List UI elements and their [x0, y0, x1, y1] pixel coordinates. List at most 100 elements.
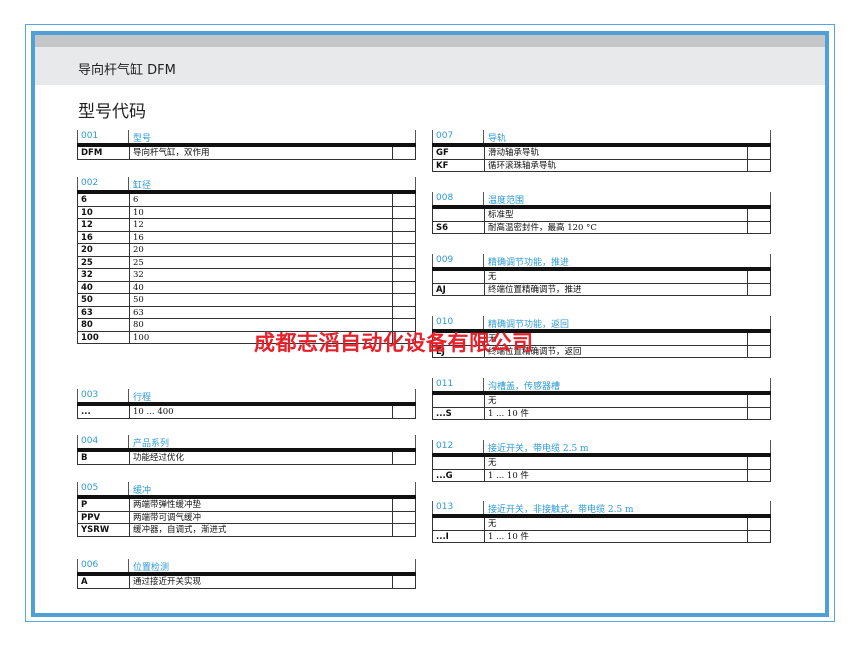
section-title: 型号代码 — [78, 102, 146, 122]
block-code: 012 — [436, 441, 454, 451]
table-row: P 两端带弹性缓冲垫 — [77, 499, 416, 512]
block-header: 011 沟槽盖，传感器槽 — [432, 378, 771, 392]
option-code: ... — [81, 407, 91, 417]
block-label: 温度范围 — [488, 196, 525, 206]
option-description: 10 ... 400 — [133, 407, 174, 417]
block-label: 导轨 — [488, 134, 507, 144]
table-row: 20 20 — [77, 244, 416, 257]
block-code: 003 — [81, 390, 99, 400]
table-row: PPV 两端带可调气缓冲 — [77, 511, 416, 524]
table-row: DFM 导向杆气缸，双作用 — [77, 147, 416, 160]
block-header: 012 接近开关，带电缆 2.5 m — [432, 440, 771, 454]
table-row: 66 — [77, 194, 416, 207]
option-code: 20 — [81, 245, 93, 255]
table-row: 标准型 — [432, 209, 771, 222]
option-code: ...S — [436, 408, 452, 419]
block-header: 005 缓冲 — [77, 482, 416, 496]
block-label: 型号 — [133, 134, 152, 144]
table-row: B 功能经过优化 — [77, 452, 416, 465]
block-code: 010 — [436, 317, 454, 327]
table-row: 25 25 — [77, 256, 416, 269]
option-description: 6 — [133, 195, 139, 205]
option-description: 标准型 — [488, 210, 514, 220]
option-code: 10 — [81, 207, 93, 218]
option-description: 两端带弹性缓冲垫 — [133, 500, 202, 510]
option-code: 40 — [81, 282, 93, 293]
option-code: KF — [436, 160, 449, 171]
option-code: 63 — [81, 307, 93, 318]
code-block-005: 005 缓冲 P 两端带弹性缓冲垫 PPV 两端带可调气缓冲 YSRW 缓冲器，自调式，渐进式 — [77, 482, 416, 537]
option-description: 80 — [133, 320, 144, 330]
option-code: A — [81, 577, 88, 587]
option-description: 终端位置精确调节，推进 — [488, 284, 582, 295]
option-description: 16 — [133, 232, 144, 243]
option-code: S6 — [436, 222, 449, 233]
code-block-006: 006 位置检测 A 通过接近开关实现 — [77, 559, 416, 589]
option-code: B — [81, 453, 88, 463]
table-row: AJ 终端位置精确调节，推进 — [432, 283, 771, 296]
block-label: 行程 — [133, 393, 152, 403]
table-row: 无 — [432, 271, 771, 284]
table-row: 63 63 — [77, 306, 416, 319]
table-row: 40 40 — [77, 281, 416, 294]
block-code: 004 — [81, 436, 99, 446]
block-code: 001 — [81, 131, 99, 141]
table-row: 无 — [432, 518, 771, 531]
option-description: 循环滚珠轴承导轨 — [488, 160, 557, 171]
block-code: 002 — [81, 178, 99, 188]
option-code: YSRW — [81, 525, 110, 535]
option-description: 滑动轴承导轨 — [488, 148, 540, 158]
code-block-001: 001 型号 DFM 导向杆气缸，双作用 — [77, 130, 416, 160]
table-row: KF 循环滚珠轴承导轨 — [432, 159, 771, 172]
block-code: 006 — [81, 560, 99, 570]
table-row: GF 滑动轴承导轨 — [432, 147, 771, 160]
table-row: ...I 1 ... 10 件 — [432, 530, 771, 543]
code-block-002: 002 缸径 6 6 10 10 12 12 16 16 20 20 25 25 32 32 40 40 50 50 6… — [77, 177, 416, 344]
table-row: 无 — [432, 395, 771, 408]
option-code: 25 — [81, 257, 93, 268]
option-code: 32 — [81, 270, 93, 280]
block-code: 008 — [436, 193, 454, 203]
option-description: 100 — [133, 332, 150, 343]
block-header: 013 接近开关，非接触式，带电缆 2.5 m — [432, 501, 771, 515]
option-code: 80 — [81, 320, 93, 330]
code-block-012: 012 接近开关，带电缆 2.5 m 无 ...G 1 ... 10 件 — [432, 440, 771, 482]
table-row: S6 耐高温密封件，最高 120 °C — [432, 221, 771, 234]
option-description: 1 ... 10 件 — [488, 408, 529, 419]
option-description: 无 — [488, 519, 497, 529]
option-description: 40 — [133, 282, 144, 293]
option-description: 25 — [133, 257, 144, 268]
code-block-007: 007 导轨 GF 滑动轴承导轨 KF 循环滚珠轴承导轨 — [432, 130, 771, 172]
code-block-004: 004 产品系列 B 功能经过优化 — [77, 435, 416, 465]
option-description: 通过接近开关实现 — [133, 577, 202, 587]
block-header: 008 温度范围 — [432, 192, 771, 206]
block-label: 位置检测 — [133, 563, 170, 573]
block-header: 007 导轨 — [432, 130, 771, 144]
option-description: 1 ... 10 件 — [488, 531, 529, 542]
table-row: ...S 1 ... 10 件 — [432, 407, 771, 420]
option-code: ...I — [436, 531, 449, 542]
block-label: 缸径 — [133, 181, 152, 191]
block-header: 001 型号 — [77, 130, 416, 144]
option-code: 12 — [81, 220, 93, 230]
block-header: 002 缸径 — [77, 177, 416, 191]
option-description: 无 — [488, 272, 497, 282]
table-row: YSRW 缓冲器，自调式，渐进式 — [77, 524, 416, 537]
table-row: A 通过接近开关实现 — [77, 576, 416, 589]
block-header: 003 行程 — [77, 389, 416, 403]
block-label: 沟槽盖，传感器槽 — [488, 382, 561, 392]
block-code: 011 — [436, 379, 454, 389]
option-description: 20 — [133, 245, 144, 255]
top-bar — [35, 35, 825, 47]
code-block-008: 008 温度范围标准型 S6 耐高温密封件，最高 120 °C — [432, 192, 771, 234]
option-code: 6 — [81, 195, 87, 205]
option-code: 16 — [81, 232, 93, 243]
option-code: DFM — [81, 148, 103, 158]
block-header: 009 精确调节功能，推进 — [432, 254, 771, 268]
option-description: 两端带可调气缓冲 — [133, 512, 202, 523]
watermark: 成都志滔自动化设备有限公司 — [254, 331, 534, 355]
option-description: 无 — [488, 458, 497, 468]
code-block-009: 009 精确调节功能，推进无 AJ 终端位置精确调节，推进 — [432, 254, 771, 296]
block-label: 产品系列 — [133, 439, 170, 449]
code-block-003: 003 行程... 10 ... 400 — [77, 389, 416, 419]
